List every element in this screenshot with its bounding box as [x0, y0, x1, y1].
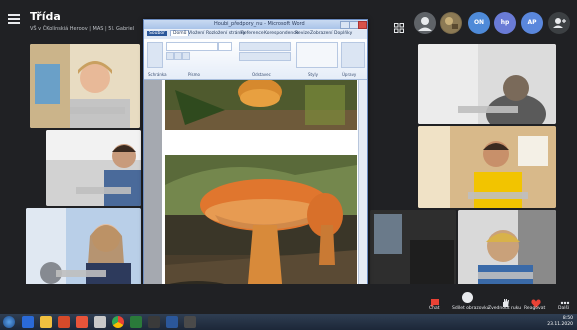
align-buttons[interactable] [239, 52, 291, 61]
group-label-clipboard: Schránka [148, 72, 167, 77]
excel-icon[interactable] [130, 316, 142, 328]
underline-button[interactable] [182, 52, 190, 60]
tab-mailings[interactable]: Korespondence [264, 31, 299, 36]
chrome-icon[interactable] [112, 316, 124, 328]
media-icon[interactable] [58, 316, 70, 328]
add-participant-icon[interactable] [548, 12, 570, 34]
chat-button[interactable]: Chat [429, 306, 440, 311]
heart-icon[interactable] [531, 293, 541, 308]
tab-references[interactable]: Reference [241, 31, 264, 36]
shared-word-window[interactable]: Houbi_předpory_nu - Microsoft Word Soubo… [143, 19, 368, 317]
more-button[interactable]: Další [558, 306, 569, 311]
tab-addins[interactable]: Doplňky [334, 31, 352, 36]
windows-taskbar: 8:50 23.11.2020 [0, 314, 577, 330]
app-icon-3[interactable] [148, 316, 160, 328]
bold-button[interactable] [166, 52, 174, 60]
participant-name-bar [56, 270, 106, 277]
chat-icon[interactable] [430, 293, 440, 307]
participant-name-bar [70, 107, 125, 114]
ribbon-tabs: Soubor Domů Vložení Rozložení stránky Re… [144, 30, 367, 39]
react-button[interactable]: Reagovat [524, 306, 545, 311]
clock-date: 23.11.2020 [547, 322, 573, 327]
mushroom-photo-2 [165, 155, 357, 305]
video-tile-4[interactable] [418, 44, 556, 124]
word-title-bar: Houbi_předpory_nu - Microsoft Word [144, 20, 367, 29]
tab-home[interactable]: Domů [170, 30, 190, 36]
present-icon[interactable] [462, 292, 473, 303]
hand-icon[interactable] [501, 293, 510, 307]
font-name-select[interactable] [166, 42, 218, 51]
explorer-icon[interactable] [40, 316, 52, 328]
participant-avatar-photo [440, 12, 462, 34]
mushroom-photo-1 [165, 80, 357, 130]
video-tile-7[interactable] [458, 210, 556, 288]
participant-avatar-1: ON [468, 12, 490, 34]
present-button[interactable]: Sdílet obrazovku [452, 306, 490, 311]
tab-layout[interactable]: Rozložení stránky [206, 31, 245, 36]
app-icon-2[interactable] [94, 316, 106, 328]
ribbon: Schránka Písmo Odstavec Styly Úpravy [144, 39, 367, 80]
participant-avatar-3: AP [521, 12, 543, 34]
paste-button[interactable] [147, 42, 163, 68]
group-label-paragraph: Odstavec [252, 72, 271, 77]
tab-review[interactable]: Revize [295, 31, 310, 36]
layout-icon[interactable] [394, 18, 404, 33]
list-buttons[interactable] [239, 42, 291, 51]
system-clock[interactable]: 8:50 23.11.2020 [547, 316, 573, 328]
video-tile-3[interactable] [26, 208, 141, 286]
group-label-editing: Úpravy [342, 72, 357, 77]
meeting-subtitle: VŠ v ČKolínskiá Heroov | MAS | 5l. Gabri… [30, 26, 135, 32]
tab-view[interactable]: Zobrazení [310, 31, 333, 36]
italic-button[interactable] [174, 52, 182, 60]
participant-name-bar [76, 187, 131, 194]
start-icon[interactable] [3, 316, 15, 328]
document-page[interactable] [162, 80, 359, 308]
close-button[interactable] [358, 21, 367, 29]
participant-avatar-2: hp [494, 12, 516, 34]
raise-hand-button[interactable]: Zvednout ruku [488, 306, 521, 311]
styles-gallery[interactable] [296, 42, 338, 68]
participant-name-bar [478, 272, 533, 279]
tab-file[interactable]: Soubor [147, 31, 167, 36]
app-icon-4[interactable] [184, 316, 196, 328]
ie-icon[interactable] [22, 316, 34, 328]
word-window-title: Houbi_předpory_nu - Microsoft Word [214, 21, 305, 27]
participant-name-bar [468, 192, 528, 199]
more-icon[interactable] [560, 293, 570, 305]
editing-button[interactable] [341, 42, 365, 68]
participant-name-bar [458, 106, 518, 113]
meeting-title: Třída [30, 10, 61, 23]
app-icon[interactable] [76, 316, 88, 328]
video-tile-5[interactable] [418, 126, 556, 208]
video-tile-2[interactable] [46, 130, 141, 206]
video-tile-1[interactable] [30, 44, 140, 128]
tab-insert[interactable]: Vložení [188, 31, 204, 36]
video-tile-6[interactable] [370, 210, 456, 288]
group-label-font: Písmo [188, 72, 200, 77]
group-label-styles: Styly [308, 72, 318, 77]
word-icon[interactable] [166, 316, 178, 328]
font-size-select[interactable] [218, 42, 232, 51]
menu-icon[interactable] [8, 14, 20, 24]
self-view-avatar[interactable] [414, 12, 436, 34]
vertical-scrollbar[interactable] [358, 80, 367, 308]
